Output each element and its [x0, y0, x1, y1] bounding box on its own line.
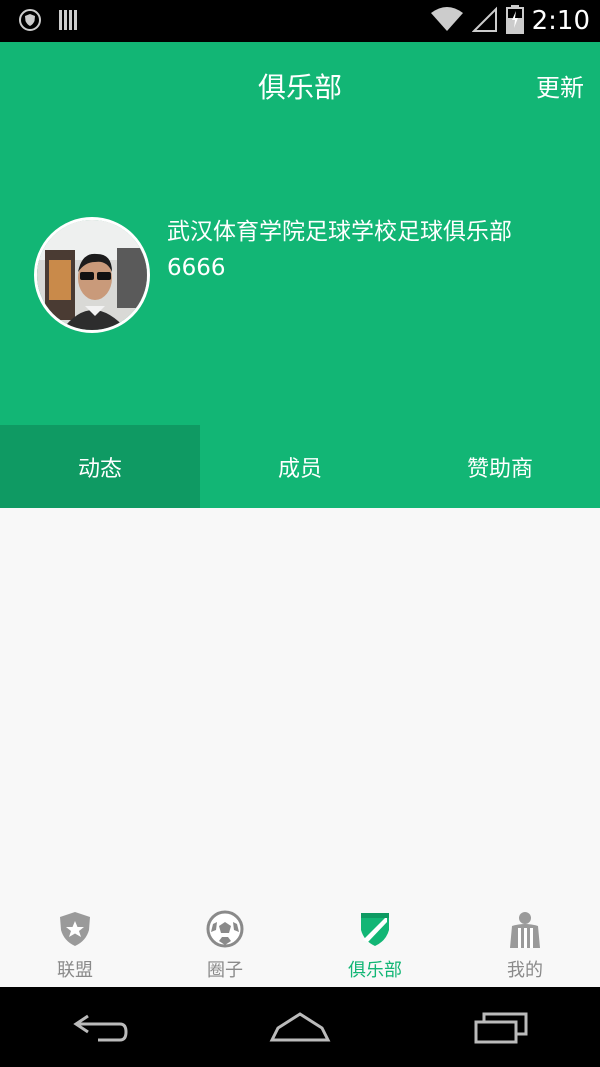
nav-item-club[interactable]: 俱乐部	[300, 900, 450, 987]
avatar-photo	[37, 220, 147, 330]
back-icon[interactable]	[60, 1002, 140, 1052]
nav-item-circle[interactable]: 圈子	[150, 900, 300, 987]
club-id: 6666	[167, 255, 226, 281]
recents-icon[interactable]	[460, 1002, 540, 1052]
battery-icon	[505, 4, 524, 38]
status-time: 2:10	[531, 6, 590, 36]
page-title: 俱乐部	[257, 71, 342, 104]
shield-star-icon	[58, 910, 92, 952]
player-icon	[507, 910, 543, 952]
barcode-icon	[58, 8, 80, 36]
club-name: 武汉体育学院足球学校足球俱乐部	[167, 219, 512, 245]
nav-label-mine: 我的	[507, 960, 543, 981]
update-button[interactable]: 更新	[536, 68, 584, 103]
soccer-ball-icon	[206, 910, 244, 952]
nav-item-mine[interactable]: 我的	[450, 900, 600, 987]
avatar[interactable]	[34, 217, 150, 333]
tab-members[interactable]: 成员	[200, 425, 400, 508]
tab-content	[0, 508, 600, 908]
nav-label-circle: 圈子	[207, 960, 243, 981]
club-tabs: 动态 成员 赞助商	[0, 425, 600, 508]
wifi-icon	[430, 5, 464, 37]
nav-label-league: 联盟	[57, 960, 93, 981]
shield-icon	[18, 8, 42, 36]
tab-sponsors[interactable]: 赞助商	[400, 425, 600, 508]
home-icon[interactable]	[260, 1002, 340, 1052]
signal-icon	[471, 5, 498, 37]
status-bar: 2:10	[0, 0, 600, 42]
system-nav	[0, 987, 600, 1067]
nav-item-league[interactable]: 联盟	[0, 900, 150, 987]
club-header: 俱乐部 更新 武汉体育学院足球学校足球俱乐部 6666	[0, 42, 600, 425]
nav-label-club: 俱乐部	[348, 960, 402, 981]
tab-news[interactable]: 动态	[0, 425, 200, 508]
club-badge-icon	[358, 910, 392, 952]
bottom-nav: 联盟 圈子 俱乐部 我的	[0, 900, 600, 987]
